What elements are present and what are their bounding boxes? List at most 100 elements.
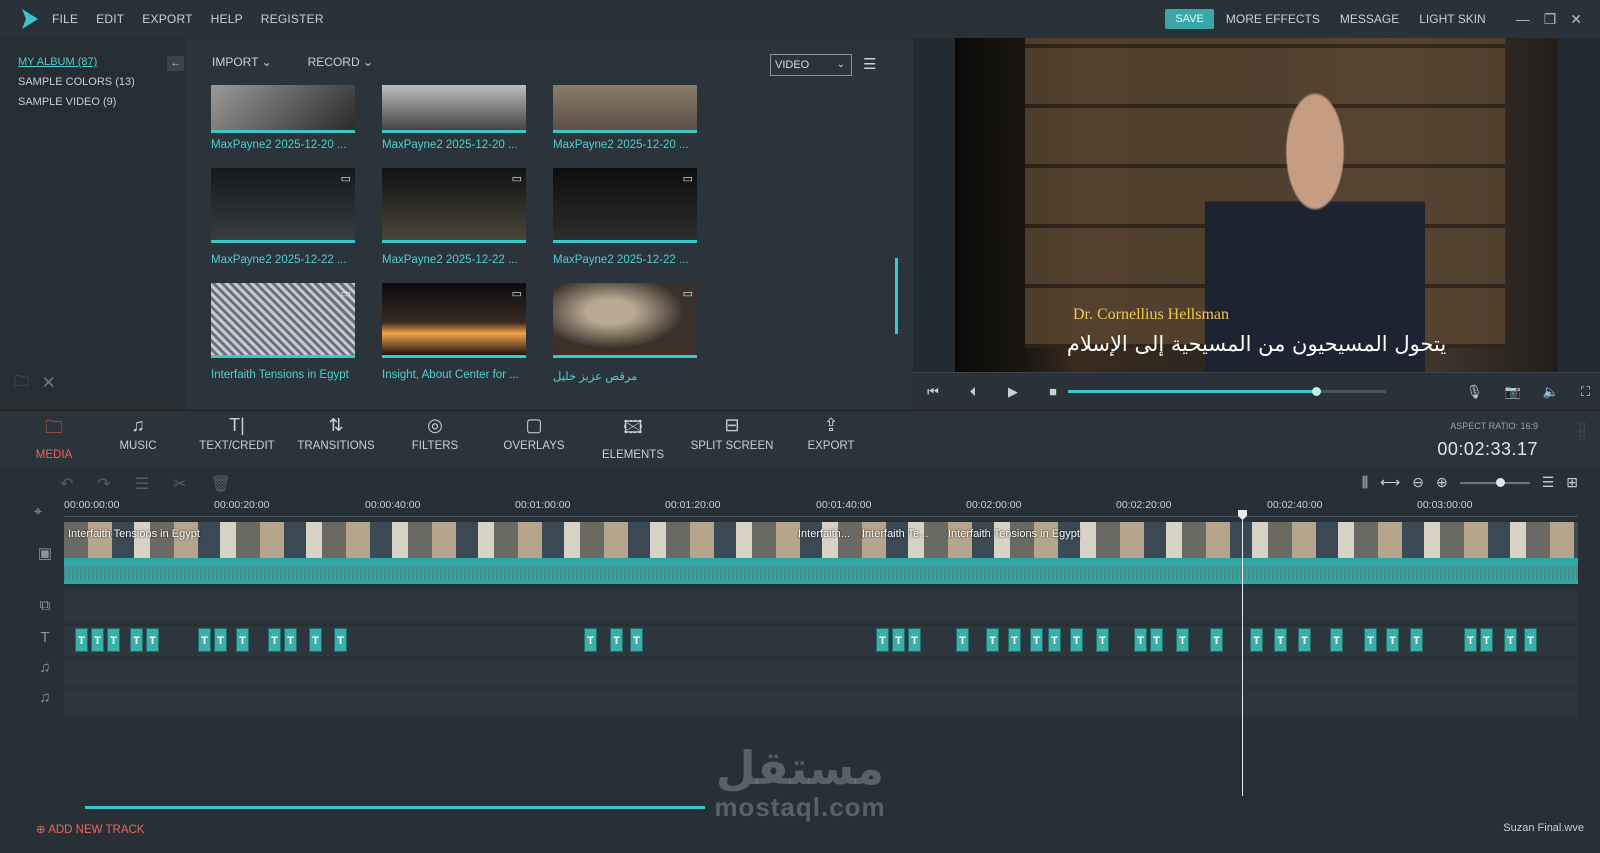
more-effects-link[interactable]: MORE EFFECTS	[1226, 12, 1320, 26]
tab-filters[interactable]: ◎ FILTERS	[385, 411, 485, 452]
text-clip[interactable]: T	[130, 628, 143, 652]
light-skin-link[interactable]: LIGHT SKIN	[1419, 12, 1485, 26]
add-new-track-button[interactable]: ⊕ ADD NEW TRACK	[36, 822, 144, 836]
pip-track[interactable]	[64, 591, 1578, 623]
zoom-out-icon[interactable]: ⊖	[1412, 474, 1424, 491]
trash-icon[interactable]: 🗑	[211, 474, 231, 494]
tab-export[interactable]: ⇪ EXPORT	[781, 411, 881, 452]
list-layout-icon[interactable]: ☰	[1542, 474, 1555, 491]
seek-bar-handle[interactable]	[1312, 387, 1322, 396]
zoom-in-icon[interactable]: ⊕	[1436, 474, 1448, 491]
text-clip[interactable]: T	[284, 628, 297, 652]
text-clip[interactable]: T	[956, 628, 969, 652]
playhead-handle[interactable]	[1238, 510, 1247, 520]
album-item-sample-colors[interactable]: SAMPLE COLORS (13)	[18, 76, 185, 88]
text-clip[interactable]: T	[610, 628, 623, 652]
fullscreen-icon[interactable]: ⛶	[1581, 384, 1590, 400]
snapshot-camera-icon[interactable]: 📷	[1505, 384, 1521, 400]
tab-text-credit[interactable]: T| TEXT/CREDIT	[187, 411, 287, 452]
menu-register[interactable]: REGISTER	[261, 12, 324, 26]
save-button[interactable]: SAVE	[1165, 9, 1214, 29]
text-clip[interactable]: T	[198, 628, 211, 652]
media-thumbnail[interactable]: ▭	[382, 283, 526, 358]
text-clip[interactable]: T	[1524, 628, 1537, 652]
music-track[interactable]	[64, 659, 1578, 687]
media-thumbnail[interactable]: ▭	[211, 283, 355, 358]
text-clip[interactable]: T	[1210, 628, 1223, 652]
text-clip[interactable]: T	[1386, 628, 1399, 652]
tab-overlays[interactable]: ▢ OVERLAYS	[484, 411, 584, 452]
media-thumbnail[interactable]	[211, 85, 355, 133]
text-clip[interactable]: T	[1464, 628, 1477, 652]
seek-bar[interactable]	[1068, 387, 1386, 396]
text-clip[interactable]: T	[107, 628, 120, 652]
text-clip[interactable]: T	[1150, 628, 1163, 652]
menu-file[interactable]: FILE	[52, 12, 78, 26]
text-clip[interactable]: T	[1298, 628, 1311, 652]
audio-mixer-icon[interactable]: ⫼	[1362, 474, 1368, 491]
text-clip[interactable]: T	[1048, 628, 1061, 652]
timeline-scrollbar[interactable]	[85, 806, 705, 809]
text-clip[interactable]: T	[630, 628, 643, 652]
collapse-panel-icon[interactable]: ←	[167, 56, 184, 71]
video-audio-waveform[interactable]	[64, 558, 1578, 584]
zoom-slider-handle[interactable]	[1495, 477, 1505, 487]
tab-transitions[interactable]: ⇅ TRANSITIONS	[286, 411, 386, 452]
text-clip[interactable]: T	[986, 628, 999, 652]
minimize-icon[interactable]: —	[1516, 11, 1530, 28]
media-thumbnail[interactable]: ▭	[553, 283, 697, 358]
text-clip[interactable]: T	[1250, 628, 1263, 652]
text-clip[interactable]: T	[146, 628, 159, 652]
tab-elements[interactable]: 🖾 ELEMENTS	[583, 411, 683, 461]
tab-split-screen[interactable]: ⊟ SPLIT SCREEN	[682, 411, 782, 452]
media-thumbnail[interactable]: ▭	[382, 168, 526, 243]
album-item-my-album[interactable]: MY ALBUM (87)	[18, 56, 185, 68]
grip-handle-icon[interactable]: ⁞⁞ ⁞⁞	[1578, 420, 1586, 442]
text-clip[interactable]: T	[1134, 628, 1147, 652]
text-clip[interactable]: T	[1008, 628, 1021, 652]
media-thumbnail[interactable]: ▭	[211, 168, 355, 243]
media-scrollbar[interactable]	[895, 258, 898, 334]
playhead[interactable]	[1238, 510, 1247, 796]
step-back-icon[interactable]: ⏴	[953, 384, 993, 400]
adjust-icon[interactable]: ☰	[135, 474, 149, 494]
media-type-select[interactable]: VIDEO ⌄	[770, 54, 852, 76]
list-view-icon[interactable]: ☰	[863, 55, 876, 73]
music-track-2[interactable]	[64, 689, 1578, 717]
text-clip[interactable]: T	[214, 628, 227, 652]
close-icon[interactable]: ✕	[1570, 11, 1582, 28]
skip-to-start-icon[interactable]: ⏮	[913, 384, 953, 400]
video-frame[interactable]: Dr. Cornellius Hellsman يتحول المسيحيون …	[955, 38, 1558, 372]
import-dropdown[interactable]: IMPORT ⌄	[212, 55, 272, 69]
fit-timeline-icon[interactable]: ⟷	[1380, 474, 1400, 491]
text-clip[interactable]: T	[908, 628, 921, 652]
text-clip[interactable]: T	[1176, 628, 1189, 652]
cut-icon[interactable]: ✂	[173, 474, 186, 494]
text-clip[interactable]: T	[1274, 628, 1287, 652]
text-clip[interactable]: T	[1330, 628, 1343, 652]
tab-music[interactable]: ♫ MUSIC	[88, 411, 188, 452]
zoom-slider[interactable]	[1459, 477, 1530, 487]
undo-icon[interactable]: ↶	[60, 474, 73, 494]
microphone-icon[interactable]: 🎙	[1466, 384, 1483, 400]
text-clip[interactable]: T	[309, 628, 322, 652]
menu-edit[interactable]: EDIT	[96, 12, 124, 26]
text-clip[interactable]: T	[1070, 628, 1083, 652]
text-clip[interactable]: T	[334, 628, 347, 652]
album-item-sample-video[interactable]: SAMPLE VIDEO (9)	[18, 96, 185, 108]
record-dropdown[interactable]: RECORD ⌄	[308, 55, 373, 69]
media-thumbnail[interactable]: ▭	[553, 168, 697, 243]
maximize-icon[interactable]: ❐	[1544, 11, 1557, 28]
text-clip[interactable]: T	[268, 628, 281, 652]
time-ruler[interactable]: 00:00:00:00 00:00:20:00 00:00:40:00 00:0…	[64, 499, 1578, 517]
play-icon[interactable]: ▶	[993, 384, 1033, 400]
volume-icon[interactable]: 🔈	[1543, 384, 1559, 400]
text-clip[interactable]: T	[1096, 628, 1109, 652]
text-clip[interactable]: T	[1030, 628, 1043, 652]
text-clip[interactable]: T	[1410, 628, 1423, 652]
text-clip[interactable]: T	[236, 628, 249, 652]
delete-folder-icon[interactable]: 🗙	[43, 371, 54, 396]
new-folder-icon[interactable]: 🗀	[14, 371, 29, 396]
grid-layout-icon[interactable]: ⊞	[1566, 474, 1578, 491]
text-clip[interactable]: T	[876, 628, 889, 652]
